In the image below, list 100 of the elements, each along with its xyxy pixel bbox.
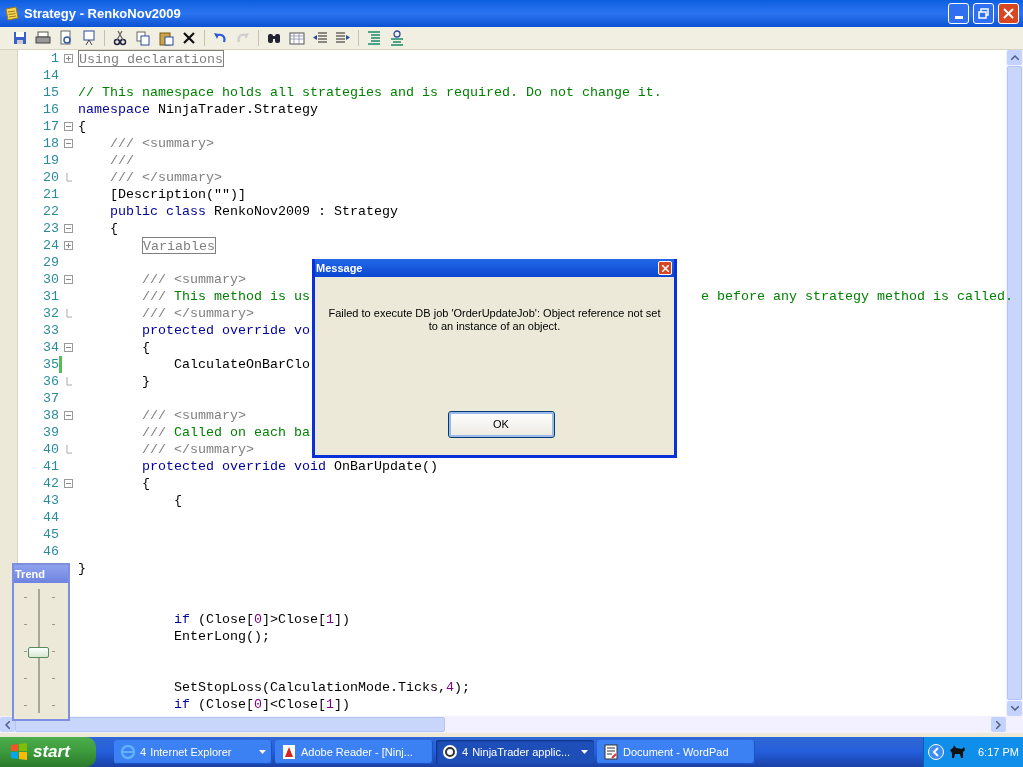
scroll-down-icon[interactable] — [1010, 706, 1019, 711]
close-button[interactable] — [998, 3, 1019, 24]
line-number: 16 — [42, 101, 59, 118]
error-message: Failed to execute DB job 'OrderUpdateJob': Object reference not set to an instance of an object. — [327, 307, 662, 333]
line-number: 33 — [42, 322, 59, 339]
code-line: /// This method is us — [141, 288, 310, 305]
line-number: 32 — [42, 305, 59, 322]
taskbar-button[interactable]: Adobe Reader - [Ninj... — [275, 740, 433, 764]
expand-icon[interactable] — [64, 241, 73, 250]
save-icon — [12, 30, 28, 46]
code-line: /// <summary> — [109, 135, 214, 152]
line-number: 44 — [42, 509, 59, 526]
code-line: /// <summary> — [141, 407, 246, 424]
line-number: 35 — [42, 356, 59, 373]
notepad-icon — [4, 5, 20, 22]
comment-lines-icon — [366, 30, 382, 46]
scroll-up-icon[interactable] — [1010, 55, 1019, 60]
code-line: protected override vo — [141, 322, 310, 339]
line-number: 34 — [42, 339, 59, 356]
ok-button[interactable]: OK — [447, 411, 555, 438]
line-number: 42 — [42, 475, 59, 492]
code-line: { — [141, 339, 150, 356]
delete-icon — [181, 30, 197, 46]
uncomment-icon — [389, 30, 405, 46]
dialog-title: Message — [316, 260, 364, 276]
code-line: } — [141, 373, 150, 390]
line-number: 17 — [42, 118, 59, 135]
taskbar-button[interactable]: 4 NinjaTrader applic... — [436, 740, 594, 764]
horizontal-scrollbar[interactable] — [0, 716, 1023, 733]
line-number: 38 — [42, 407, 59, 424]
line-number: 19 — [42, 152, 59, 169]
code-line: SetStopLoss(CalculationMode.Ticks,4); — [172, 679, 470, 696]
code-line: /// <summary> — [141, 271, 246, 288]
scroll-right-icon[interactable] — [996, 720, 1001, 729]
line-number: 22 — [42, 203, 59, 220]
collapse-icon[interactable] — [64, 122, 73, 131]
scroll-left-icon[interactable] — [5, 720, 10, 729]
line-number: 21 — [42, 186, 59, 203]
code-line: { — [77, 118, 86, 135]
taskbar-button[interactable]: Document - WordPad — [597, 740, 755, 764]
pdf-icon — [281, 744, 297, 760]
app-icon — [442, 744, 458, 760]
line-number: 23 — [42, 220, 59, 237]
code-line: /// </summary> — [109, 169, 222, 186]
chevron-left-icon[interactable] — [928, 744, 944, 760]
line-number: 30 — [42, 271, 59, 288]
code-line: CalculateOnBarClo — [172, 356, 310, 373]
line-number: 20 — [42, 169, 59, 186]
outdent-icon — [312, 30, 328, 46]
table-icon — [289, 30, 305, 46]
document-icon — [603, 744, 619, 760]
print-icon — [35, 30, 51, 46]
code-line: if (Close[0]>Close[1]) — [172, 611, 350, 628]
panel-title: Trend — [15, 566, 45, 582]
line-number: 40 — [42, 441, 59, 458]
code-line: if (Close[0]<Close[1]) — [172, 696, 350, 713]
close-button[interactable] — [658, 261, 672, 275]
paste-icon — [158, 30, 174, 46]
code-line: EnterLong(); — [172, 628, 270, 645]
collapse-icon[interactable] — [64, 139, 73, 148]
close-icon — [1003, 8, 1014, 19]
dog-icon[interactable] — [948, 744, 966, 760]
line-number: 43 — [42, 492, 59, 509]
code-line: // This namespace holds all strategies and is required. Do not change it. — [77, 84, 662, 101]
cut-icon — [112, 30, 128, 46]
code-line: [Description("")] — [109, 186, 246, 203]
code-line: /// </summary> — [141, 441, 254, 458]
collapse-icon[interactable] — [64, 343, 73, 352]
code-line: public class RenkoNov2009 : Strategy — [109, 203, 398, 220]
line-number: 46 — [42, 543, 59, 560]
line-number: 45 — [42, 526, 59, 543]
collapsed-region[interactable]: Variables — [142, 237, 216, 254]
collapse-icon[interactable] — [64, 224, 73, 233]
line-number: 37 — [42, 390, 59, 407]
code-line: /// Called on each ba — [141, 424, 310, 441]
code-line: { — [109, 220, 118, 237]
line-number: 36 — [42, 373, 59, 390]
taskbar-button[interactable]: 4 Internet Explorer — [114, 740, 272, 764]
line-number: 14 — [42, 67, 59, 84]
collapse-icon[interactable] — [64, 275, 73, 284]
collapse-icon[interactable] — [64, 411, 73, 420]
line-number: 29 — [42, 254, 59, 271]
code-line: { — [172, 492, 182, 509]
restore-button[interactable] — [973, 3, 994, 24]
scroll-thumb[interactable] — [15, 717, 445, 732]
minimize-button[interactable] — [948, 3, 969, 24]
pin-icon — [81, 30, 97, 46]
line-number: 15 — [42, 84, 59, 101]
code-line: } — [77, 560, 86, 577]
slider-thumb[interactable] — [28, 647, 49, 658]
collapse-icon[interactable] — [64, 479, 73, 488]
clock[interactable]: 6:17 PM — [978, 743, 1019, 761]
line-number: 31 — [42, 288, 59, 305]
expand-icon[interactable] — [64, 54, 73, 63]
line-number: 1 — [50, 50, 59, 67]
line-number: 24 — [42, 237, 59, 254]
start-button[interactable]: start — [0, 737, 96, 767]
window-title: Strategy - RenkoNov2009 — [24, 4, 182, 23]
collapsed-region[interactable]: Using declarations — [78, 50, 224, 67]
copy-icon — [135, 30, 151, 46]
